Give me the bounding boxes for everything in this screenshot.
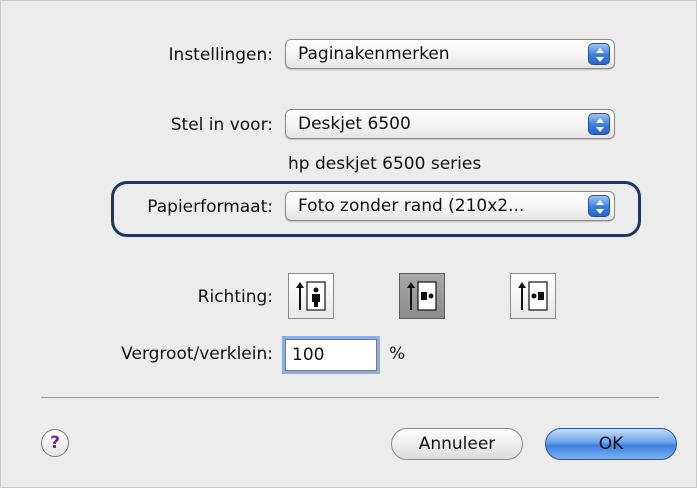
orientation-label: Richting:	[197, 287, 273, 307]
landscape-icon	[407, 281, 437, 311]
paper-size-popup[interactable]: Foto zonder rand (210x2...	[285, 191, 615, 221]
help-button[interactable]: ?	[41, 429, 69, 457]
printer-description: hp deskjet 6500 series	[288, 154, 482, 174]
reverse-landscape-icon	[518, 281, 548, 311]
scale-input[interactable]	[285, 339, 377, 371]
popup-arrows-icon	[588, 113, 610, 135]
scale-label: Vergroot/verklein:	[121, 344, 273, 364]
popup-arrows-icon	[588, 195, 610, 217]
orientation-portrait-button[interactable]	[288, 273, 334, 319]
divider	[41, 397, 659, 398]
help-icon: ?	[50, 433, 60, 453]
popup-arrows-icon	[588, 43, 610, 65]
format-for-popup-value: Deskjet 6500	[298, 114, 411, 134]
format-for-popup[interactable]: Deskjet 6500	[285, 109, 615, 139]
orientation-landscape-button[interactable]	[399, 273, 445, 319]
format-for-label: Stel in voor:	[170, 115, 273, 135]
paper-size-popup-value: Foto zonder rand (210x2...	[298, 196, 525, 216]
ok-button[interactable]: OK	[545, 428, 677, 460]
settings-popup-value: Paginakenmerken	[298, 44, 450, 64]
page-setup-dialog: Instellingen: Paginakenmerken Stel in vo…	[0, 0, 697, 488]
portrait-icon	[296, 281, 326, 311]
paper-size-label: Papierformaat:	[147, 197, 273, 217]
settings-popup[interactable]: Paginakenmerken	[285, 39, 615, 69]
scale-unit: %	[389, 344, 406, 364]
orientation-reverse-landscape-button[interactable]	[510, 273, 556, 319]
cancel-button[interactable]: Annuleer	[391, 428, 523, 460]
settings-label: Instellingen:	[168, 45, 273, 65]
